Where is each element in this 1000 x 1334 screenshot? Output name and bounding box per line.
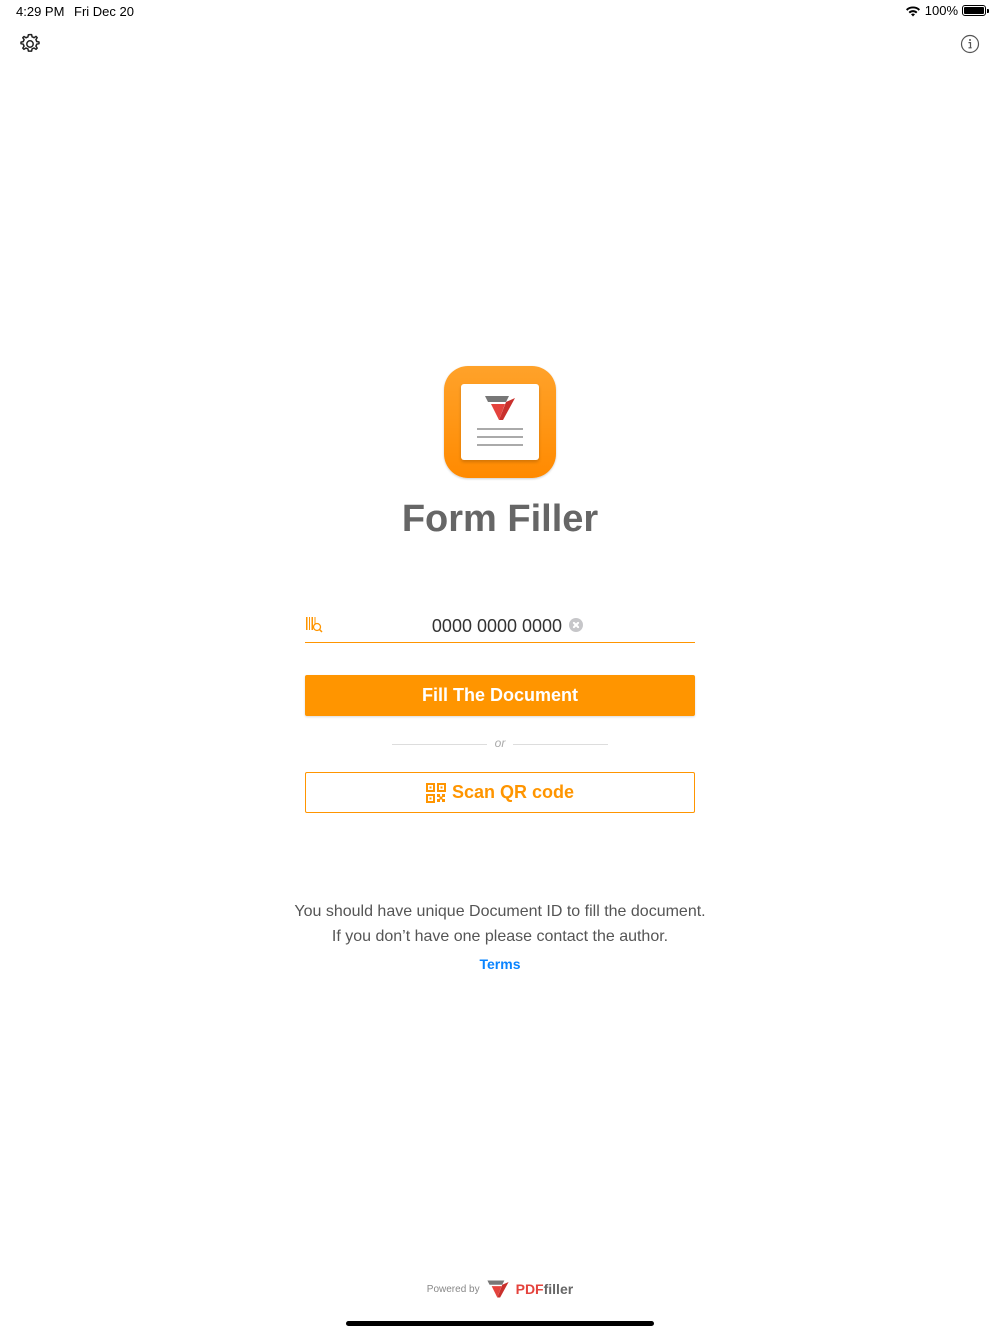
fill-document-button[interactable]: Fill The Document (305, 675, 695, 716)
pdffiller-logo-icon (485, 396, 515, 420)
document-id-field (305, 610, 695, 643)
powered-by-label: Powered by (426, 1283, 480, 1295)
app-logo (444, 366, 556, 478)
qr-code-icon (425, 782, 446, 803)
clear-input-button[interactable] (569, 618, 583, 632)
status-date: Fri Dec 20 (74, 4, 134, 19)
wifi-icon (905, 5, 920, 16)
or-label: or (494, 736, 506, 750)
battery-icon (962, 5, 989, 16)
info-line-1: You should have unique Document ID to fi… (294, 903, 706, 920)
battery-percent: 100% (924, 3, 958, 18)
document-id-input[interactable] (345, 612, 649, 640)
app-title: Form Filler (401, 498, 599, 540)
document-icon (461, 384, 539, 460)
info-line-2: If you don’t have one please contact the… (331, 928, 669, 945)
status-time: 4:29 PM (16, 4, 65, 19)
scan-qr-label: Scan QR code (451, 782, 575, 802)
scan-qr-button[interactable]: Scan QR code (305, 772, 695, 813)
status-indicators: 100% (905, 3, 989, 18)
info-icon[interactable] (960, 34, 980, 54)
pdffiller-brand: PDFfiller (515, 1281, 574, 1297)
barcode-search-icon[interactable] (305, 616, 323, 634)
pdffiller-footer-logo-icon (487, 1280, 509, 1298)
gear-icon[interactable] (18, 32, 42, 56)
terms-link[interactable]: Terms (0, 956, 1000, 972)
powered-by-footer: Powered by PDFfiller (0, 1279, 1000, 1299)
battery-level (964, 7, 984, 14)
home-indicator[interactable] (346, 1321, 654, 1326)
